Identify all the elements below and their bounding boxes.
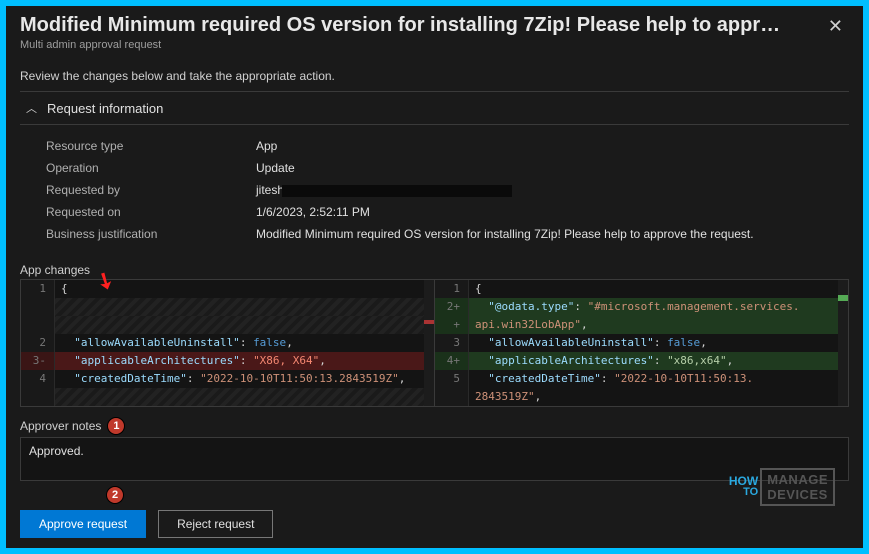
code-line: 2843519Z", — [435, 388, 848, 406]
code-line: 5 "createdDateTime": "2022-10-10T11:50:1… — [435, 370, 848, 388]
request-info-block: Resource type App Operation Update Reque… — [20, 125, 849, 259]
diff-pane-left[interactable]: 1{ 2 "allowAvailableUninstall": false,3- … — [21, 280, 435, 406]
code-line: 2+ "@odata.type": "#microsoft.management… — [435, 298, 848, 316]
requested-on-label: Requested on — [46, 205, 256, 219]
approver-notes-input[interactable] — [20, 437, 849, 481]
annotation-badge-2: 2 — [106, 486, 124, 504]
code-line: +api.win32LobApp", — [435, 316, 848, 334]
code-line: 4 "createdDateTime": "2022-10-10T11:50:1… — [21, 370, 434, 388]
diff-viewer[interactable]: 1{ 2 "allowAvailableUninstall": false,3- … — [20, 279, 849, 407]
code-line: 4+ "applicableArchitectures": "x86,x64", — [435, 352, 848, 370]
code-line: 2 "allowAvailableUninstall": false, — [21, 334, 434, 352]
minimap-left[interactable] — [424, 280, 434, 406]
close-icon: ✕ — [828, 16, 843, 36]
resource-type-value: App — [256, 139, 277, 153]
request-info-header[interactable]: ︿ Request information — [20, 91, 849, 125]
app-changes-label: App changes — [20, 263, 849, 277]
code-line: 1{ — [435, 280, 848, 298]
panel-subtitle: Multi admin approval request — [20, 39, 780, 51]
requested-on-value: 1/6/2023, 2:52:11 PM — [256, 205, 370, 219]
code-line: 3 "allowAvailableUninstall": false, — [435, 334, 848, 352]
code-line — [21, 388, 434, 406]
instruction-text: Review the changes below and take the ap… — [20, 69, 849, 83]
operation-value: Update — [256, 161, 295, 175]
requested-by-value: jitesh — [256, 183, 512, 197]
close-button[interactable]: ✕ — [822, 14, 849, 39]
diff-pane-right[interactable]: 1{2+ "@odata.type": "#microsoft.manageme… — [435, 280, 848, 406]
justification-value: Modified Minimum required OS version for… — [256, 227, 754, 241]
section-title: Request information — [47, 101, 163, 116]
operation-label: Operation — [46, 161, 256, 175]
code-line — [21, 316, 434, 334]
panel-title: Modified Minimum required OS version for… — [20, 14, 780, 37]
minimap-right[interactable] — [838, 280, 848, 406]
reject-button[interactable]: Reject request — [158, 510, 273, 538]
code-line: 3- "applicableArchitectures": "X86, X64"… — [21, 352, 434, 370]
requested-by-label: Requested by — [46, 183, 256, 197]
justification-label: Business justification — [46, 227, 256, 241]
approval-panel: Modified Minimum required OS version for… — [6, 6, 863, 548]
code-line: 1{ — [21, 280, 434, 298]
approver-notes-label: Approver notes — [20, 419, 101, 433]
code-line — [21, 298, 434, 316]
chevron-up-icon: ︿ — [26, 100, 37, 116]
approve-button[interactable]: Approve request — [20, 510, 146, 538]
resource-type-label: Resource type — [46, 139, 256, 153]
annotation-badge-1: 1 — [107, 417, 125, 435]
